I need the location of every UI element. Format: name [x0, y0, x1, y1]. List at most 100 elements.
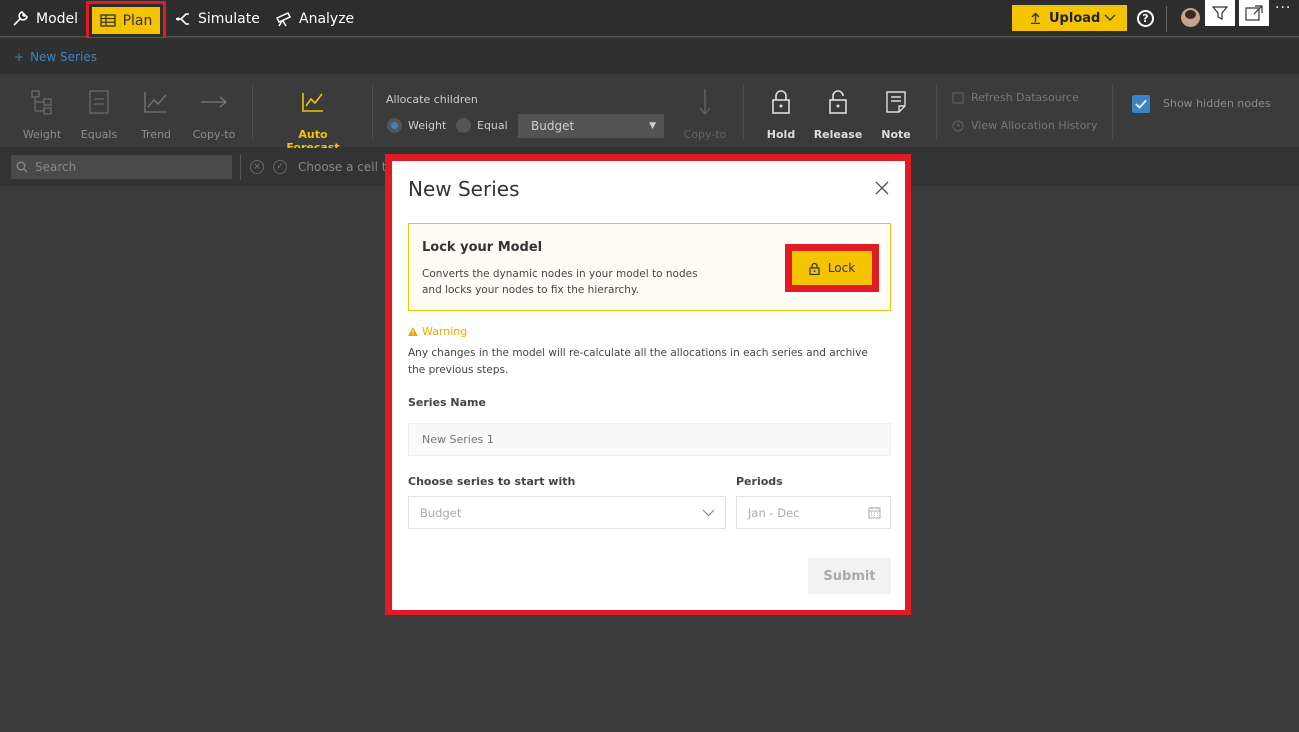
chevron-down-icon[interactable]	[1103, 10, 1117, 24]
dialog-title: New Series	[408, 177, 520, 201]
cancel-icon[interactable]: ×	[250, 160, 264, 174]
top-navigation-bar: Model Plan Simulate Analyze Upload ? ···	[0, 0, 1299, 40]
radio-equal[interactable]: Equal	[456, 118, 508, 133]
ribbon-divider	[936, 84, 937, 140]
weight-tool[interactable]: Weight	[14, 88, 70, 141]
radio-on-icon[interactable]	[387, 118, 402, 133]
check-icon	[1135, 99, 1147, 109]
chevron-down-icon	[702, 509, 715, 517]
nav-analyze[interactable]: Analyze	[275, 0, 354, 37]
new-series-label: New Series	[30, 50, 97, 64]
nav-simulate[interactable]: Simulate	[174, 0, 260, 37]
series-name-label: Series Name	[408, 396, 486, 409]
submit-button[interactable]: Submit	[808, 558, 891, 594]
note-label: Note	[881, 128, 911, 141]
calendar-icon	[868, 507, 881, 519]
lock-panel-description: Converts the dynamic nodes in your model…	[422, 268, 698, 296]
radio-equal-label: Equal	[477, 119, 508, 132]
equals-label: Equals	[80, 128, 118, 141]
lock-button-highlight: Lock	[785, 244, 879, 292]
choose-series-value: Budget	[420, 505, 462, 520]
hold-label: Hold	[766, 128, 796, 141]
focus-mode-icon[interactable]	[1239, 0, 1269, 26]
filter-icon[interactable]	[1205, 0, 1235, 26]
plus-icon: +	[14, 50, 25, 64]
release-tool[interactable]: Release	[810, 88, 866, 141]
history-label: View Allocation History	[971, 119, 1098, 132]
show-hidden-checkbox[interactable]	[1132, 95, 1150, 113]
equals-tool[interactable]: Equals	[71, 88, 127, 141]
upload-icon	[1031, 12, 1040, 24]
confirm-icon[interactable]: ✓	[273, 160, 287, 174]
series-name-input[interactable]	[408, 423, 891, 456]
lock-button-label: Lock	[827, 261, 856, 275]
more-options-icon[interactable]: ···	[1275, 0, 1291, 16]
view-allocation-history-link[interactable]: View Allocation History	[952, 119, 1097, 132]
lock-panel-title: Lock your Model	[422, 240, 543, 255]
note-icon	[886, 91, 906, 113]
periods-label: Periods	[736, 475, 783, 488]
upload-button[interactable]: Upload	[1012, 5, 1127, 31]
search-icon	[16, 161, 28, 173]
warning-title: Warning	[422, 325, 468, 338]
nav-plan[interactable]: Plan	[86, 1, 166, 40]
refresh-icon	[952, 92, 964, 103]
ribbon-divider	[252, 84, 253, 140]
choose-cell-hint: Choose a cell to	[298, 160, 394, 174]
nav-model[interactable]: Model	[12, 0, 78, 37]
trend-icon	[144, 92, 167, 113]
note-tool[interactable]: Note	[868, 88, 924, 141]
table-icon	[99, 14, 116, 27]
simulate-icon	[176, 13, 189, 25]
unlock-icon	[829, 90, 847, 114]
search-input[interactable]	[11, 155, 232, 179]
auto-forecast-tool[interactable]: Auto Forecast	[273, 88, 353, 154]
ribbon-divider	[1112, 84, 1113, 140]
nav-plan-label: Plan	[122, 12, 153, 29]
warning-text: Any changes in the model will re-calcula…	[408, 347, 868, 376]
new-series-link[interactable]: + New Series	[14, 50, 97, 64]
show-hidden-label: Show hidden nodes	[1163, 97, 1271, 110]
radio-off-icon[interactable]	[456, 118, 471, 133]
telescope-icon	[275, 12, 292, 27]
ribbon-divider	[372, 84, 373, 140]
lock-model-panel: Lock your Model Converts the dynamic nod…	[408, 223, 891, 311]
help-icon[interactable]: ?	[1137, 10, 1154, 27]
radio-weight[interactable]: Weight	[387, 118, 446, 133]
choose-series-select[interactable]: Budget	[408, 496, 726, 529]
divider	[1166, 6, 1167, 32]
ribbon-divider	[743, 84, 744, 140]
wrench-icon	[13, 11, 28, 26]
warning-heading: Warning	[408, 325, 467, 338]
warning-icon	[408, 327, 418, 336]
refresh-datasource-link[interactable]: Refresh Datasource	[952, 91, 1079, 104]
hierarchy-icon	[31, 90, 52, 115]
series-bar: + New Series	[0, 38, 1299, 74]
hold-tool[interactable]: Hold	[753, 88, 809, 141]
copy-to-2-tool[interactable]: Copy-to	[677, 88, 733, 141]
release-label: Release	[813, 128, 863, 141]
copy-to-label: Copy-to	[192, 128, 236, 141]
periods-picker[interactable]: Jan - Dec	[736, 496, 891, 529]
lock-button[interactable]: Lock	[792, 251, 872, 285]
nav-analyze-label: Analyze	[299, 10, 355, 27]
close-icon[interactable]	[874, 180, 890, 196]
copy-to-tool[interactable]: Copy-to	[186, 88, 242, 141]
nav-simulate-label: Simulate	[198, 10, 260, 27]
forecast-icon	[302, 93, 323, 112]
nav-model-label: Model	[36, 10, 79, 27]
copy-to-2-label: Copy-to	[683, 128, 727, 141]
budget-select[interactable]: Budget ▼	[518, 114, 664, 138]
choose-series-label: Choose series to start with	[408, 475, 576, 488]
refresh-label: Refresh Datasource	[971, 91, 1079, 104]
ribbon-toolbar: Weight Equals Trend Copy-to Auto Forecas…	[0, 74, 1299, 154]
lock-icon	[809, 262, 820, 275]
avatar[interactable]	[1181, 8, 1200, 27]
dropdown-arrow-icon: ▼	[649, 121, 656, 131]
equals-icon	[89, 90, 109, 114]
trend-tool[interactable]: Trend	[128, 88, 184, 141]
lock-icon	[772, 90, 790, 114]
upload-label: Upload	[1049, 10, 1101, 26]
history-icon	[952, 120, 964, 131]
weight-label: Weight	[22, 128, 62, 141]
